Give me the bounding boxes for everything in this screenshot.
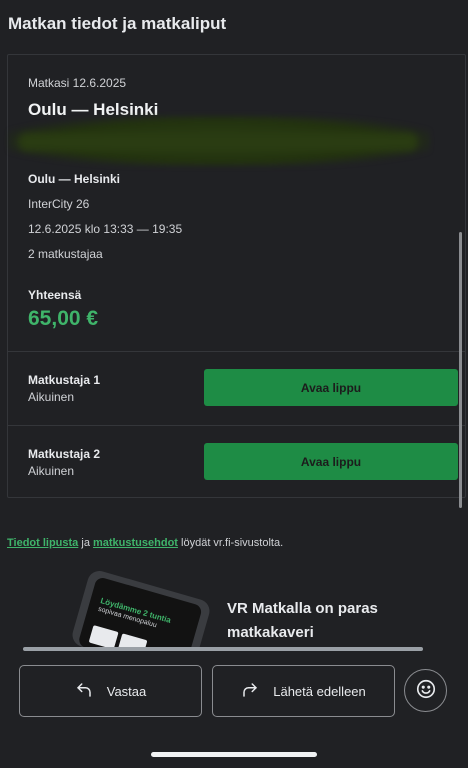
passenger-1-name: Matkustaja 1 [28,373,101,387]
open-ticket-1-button[interactable]: Avaa lippu [204,369,458,406]
total-label: Yhteensä [28,288,82,302]
info-text-end: löydät vr.fi-sivustolta. [177,537,284,549]
forward-button[interactable]: Lähetä edelleen [212,665,395,717]
passenger-1-type: Aikuinen [28,390,75,404]
travel-terms-link[interactable]: matkustusehdot [93,537,178,549]
page-title: Matkan tiedot ja matkaliput [8,14,227,33]
redacted-area [8,115,430,167]
open-ticket-2-button[interactable]: Avaa lippu [204,443,458,480]
trip-date: Matkasi 12.6.2025 [28,76,127,90]
passenger-2-name: Matkustaja 2 [28,447,101,461]
reply-arrow-icon [75,681,93,702]
info-text: Tiedot lipusta ja matkustusehdot löydät … [7,537,283,549]
passenger-2-type: Aikuinen [28,464,75,478]
forward-arrow-icon [241,681,259,702]
forward-label: Lähetä edelleen [273,683,366,699]
emoji-reaction-button[interactable] [404,669,447,712]
smiley-icon [415,678,437,703]
scrollbar[interactable] [459,232,462,508]
info-text-mid: ja [78,537,93,549]
reply-label: Vastaa [106,683,147,699]
trip-card: Matkasi 12.6.2025 Oulu — Helsinki Oulu —… [7,54,466,498]
traveler-count: 2 matkustajaa [28,247,103,261]
promo-phone-card [88,625,119,650]
promo-title: VR Matkalla on paras matkakaveri [227,600,378,641]
train-info: InterCity 26 [28,197,90,211]
home-indicator[interactable] [151,752,317,757]
ticket-info-link[interactable]: Tiedot lipusta [7,537,78,549]
divider [8,351,465,352]
time-info: 12.6.2025 klo 13:33 — 19:35 [28,222,183,236]
detail-route: Oulu — Helsinki [28,172,121,186]
reply-button[interactable]: Vastaa [19,665,202,717]
sheet-handle[interactable] [23,647,423,651]
total-amount: 65,00 € [28,307,99,330]
divider [8,425,465,426]
